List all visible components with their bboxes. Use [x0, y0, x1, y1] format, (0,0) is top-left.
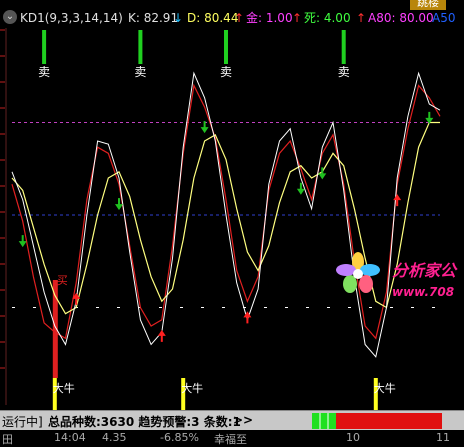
status-more-button[interactable]: >>: [233, 413, 253, 427]
indicator-name: KD1(9,3,3,14,14): [20, 11, 123, 25]
axis-label-10: 10: [346, 431, 360, 444]
death-value: 死: 4.00: [304, 11, 351, 25]
quote-price: 4.35: [102, 431, 127, 444]
indicator-icon[interactable]: ⌄: [3, 10, 17, 24]
sell-bar: [138, 30, 143, 64]
sell-label: 卖: [220, 65, 232, 79]
a80-value: A80: 80.00: [368, 11, 434, 25]
bull-label: 大牛: [181, 381, 203, 395]
d-up-arrow-icon: ↑: [234, 11, 245, 25]
status-summary: 总品种数:3630 趋势预警:3 条数:1: [48, 415, 241, 429]
logo-text-url: www.708: [392, 285, 454, 299]
k-down-arrow-icon: ↓: [173, 11, 184, 25]
axis-label-11: 11: [436, 431, 450, 444]
sell-bar: [341, 30, 346, 64]
gold-cross-up-arrow: [157, 329, 166, 342]
bull-red-label: 买: [57, 274, 68, 287]
gold-value: 金: 1.00: [246, 11, 293, 25]
status-running: 运行中]: [2, 415, 43, 429]
logo-text-cn: 分析家公: [392, 261, 458, 280]
status-bar: 运行中] 总品种数:3630 趋势预警:3 条数:1 >>: [0, 410, 464, 431]
death-cross-down-arrow: [318, 167, 327, 180]
gold-up-arrow-icon: ↑: [292, 11, 303, 25]
jump-badge: 跳楼: [410, 0, 446, 10]
sell-bar: [42, 30, 47, 64]
a50-value: A50: [432, 11, 456, 25]
sell-label: 卖: [338, 65, 350, 79]
quote-row[interactable]: 田 14:04 4.35 -6.85% 幸福至 10 11: [0, 430, 464, 446]
bull-label: 大牛: [53, 381, 75, 395]
status-progress-strip: [312, 413, 442, 429]
bull-label: 大牛: [374, 381, 396, 395]
sell-label: 卖: [38, 65, 50, 79]
gold-cross-up-arrow: [393, 194, 402, 207]
k-value: K: 82.91: [128, 11, 179, 25]
fenxijia-logo: 分析家公 www.708: [336, 252, 458, 299]
d-value: D: 80.44: [187, 11, 239, 25]
kd-chart: 卖 卖 卖 卖买大牛 大牛 大牛: [0, 28, 441, 410]
white-line: [11, 71, 441, 358]
sell-label: 卖: [134, 65, 146, 79]
death-cross-down-arrow: [200, 121, 209, 134]
death-up-arrow-icon: ↑: [356, 11, 367, 25]
sell-bar: [224, 30, 228, 64]
quote-change: -6.85%: [160, 431, 199, 444]
quote-time: 14:04: [54, 431, 86, 444]
